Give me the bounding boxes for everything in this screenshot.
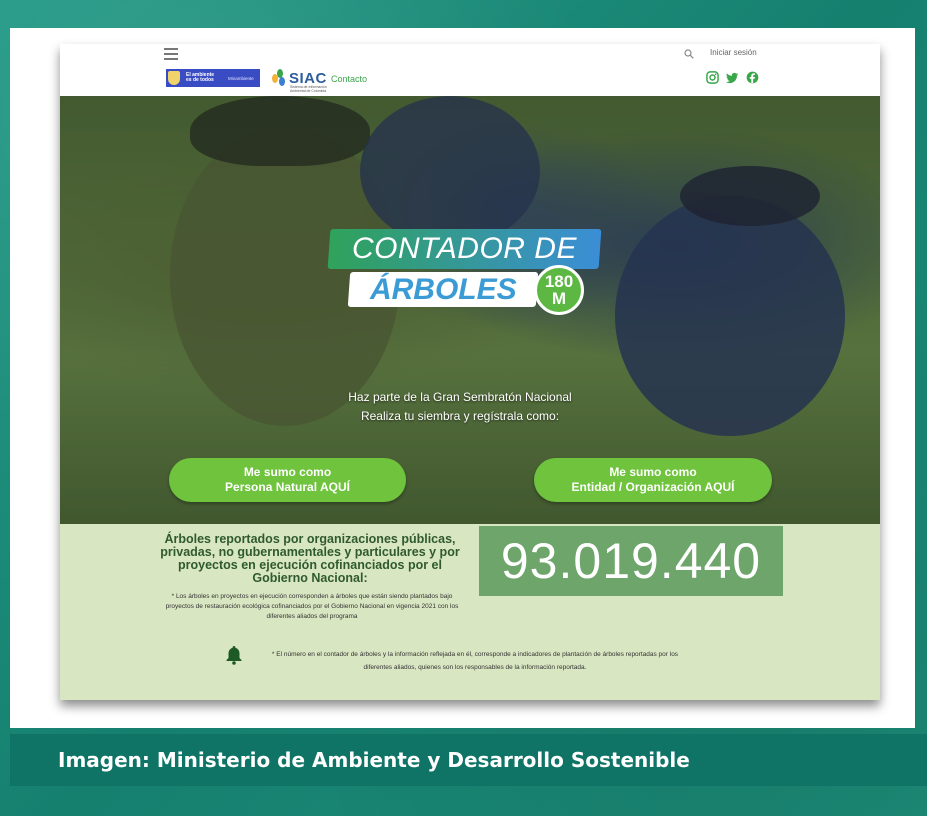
siac-logo[interactable]: SIAC Sistema de Información Ambiental de… bbox=[272, 64, 327, 93]
hero-subtitle-line1: Haz parte de la Gran Sembratón Nacional bbox=[348, 390, 572, 404]
entidad-organizacion-button[interactable]: Me sumo como Entidad / Organización AQUÍ bbox=[534, 458, 772, 502]
stats-title: Árboles reportados por organizaciones pú… bbox=[160, 532, 460, 585]
social-links bbox=[706, 71, 759, 84]
facebook-icon[interactable] bbox=[746, 71, 759, 84]
contador-title-line2: ÁRBOLES bbox=[369, 272, 517, 306]
hero-subtitle: Haz parte de la Gran Sembratón Nacional … bbox=[290, 388, 630, 426]
badge-number: 180 bbox=[544, 272, 574, 291]
website-screenshot: El ambiente es de todos Minambiente SIAC… bbox=[60, 44, 880, 700]
siac-mark-icon bbox=[272, 69, 286, 87]
gov-logo-ministry: Minambiente bbox=[228, 75, 254, 81]
twitter-icon[interactable] bbox=[726, 71, 739, 84]
contact-link[interactable]: Contacto bbox=[331, 74, 367, 84]
instagram-icon[interactable] bbox=[706, 71, 719, 84]
contador-logo: CONTADOR DE ÁRBOLES 180 M bbox=[327, 229, 609, 319]
tree-counter: 93.019.440 bbox=[479, 526, 783, 596]
site-header: El ambiente es de todos Minambiente SIAC… bbox=[60, 44, 880, 96]
siac-subtitle: Sistema de Información Ambiental de Colo… bbox=[290, 85, 327, 93]
search-icon[interactable] bbox=[684, 49, 694, 59]
badge-unit: M bbox=[551, 289, 567, 308]
persona-natural-button-line1: Me sumo como bbox=[243, 465, 332, 479]
disclaimer-text: * El número en el contador de árboles y … bbox=[271, 651, 679, 671]
image-credit-bar: Imagen: Ministerio de Ambiente y Desarro… bbox=[10, 734, 927, 786]
menu-icon[interactable] bbox=[164, 48, 178, 60]
contador-title-line1: CONTADOR DE bbox=[352, 232, 577, 265]
contador-title-box: CONTADOR DE bbox=[327, 229, 602, 269]
siac-logo-text: SIAC bbox=[289, 69, 327, 87]
contador-badge: 180 M bbox=[534, 265, 584, 315]
image-credit: Imagen: Ministerio de Ambiente y Desarro… bbox=[58, 748, 690, 772]
stats-footnote: * Los árboles en proyectos en ejecución … bbox=[165, 593, 459, 620]
login-link[interactable]: Iniciar sesión bbox=[710, 48, 757, 57]
entidad-button-line1: Me sumo como bbox=[609, 465, 697, 479]
bell-icon bbox=[226, 646, 242, 665]
hero-banner: CONTADOR DE ÁRBOLES 180 M Haz parte de l… bbox=[60, 96, 880, 524]
persona-natural-button-line2: Persona Natural AQUÍ bbox=[225, 480, 350, 494]
coat-of-arms-icon bbox=[168, 71, 180, 85]
tree-stats-section: Árboles reportados por organizaciones pú… bbox=[60, 524, 880, 700]
hero-subtitle-line2: Realiza tu siembra y regístrala como: bbox=[360, 409, 560, 423]
contador-subtitle-box: ÁRBOLES bbox=[347, 272, 539, 307]
persona-natural-button[interactable]: Me sumo como Persona Natural AQUÍ bbox=[169, 458, 406, 502]
entidad-button-line2: Entidad / Organización AQUÍ bbox=[571, 480, 735, 494]
government-logo[interactable]: El ambiente es de todos Minambiente bbox=[166, 69, 260, 87]
gov-logo-text: El ambiente es de todos bbox=[186, 71, 215, 83]
